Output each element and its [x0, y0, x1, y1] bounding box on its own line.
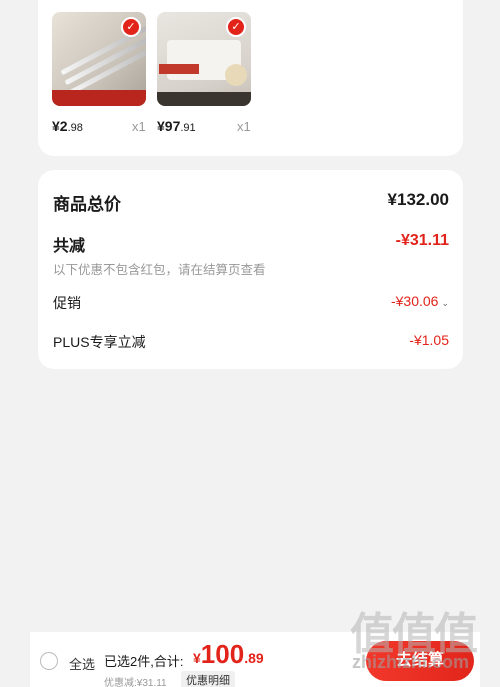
watermark-url: zhizhizhi.com	[352, 652, 469, 672]
chevron-down-icon[interactable]: ⌄	[441, 298, 449, 308]
selected-count: 已选2件,合计:	[104, 654, 184, 669]
discount-amount: 优惠减:¥31.11	[104, 678, 167, 687]
promo-banner	[52, 90, 146, 106]
select-all-label[interactable]: 全选	[69, 654, 95, 673]
product-price: ¥97.91	[157, 118, 196, 134]
total-price-label: 商品总价	[53, 195, 121, 214]
plus-discount-value: -¥1.05	[409, 332, 449, 348]
product-card: ✓ ✓ ¥2.98 x1 ¥97.91 x1	[38, 0, 463, 156]
product-price: ¥2.98	[52, 118, 83, 134]
price-summary-card: 商品总价 ¥132.00 共减 -¥31.11 以下优惠不包含红包，请在结算页查…	[38, 170, 463, 369]
reduction-note: 以下优惠不包含红包，请在结算页查看	[53, 263, 266, 277]
select-all-radio[interactable]	[40, 652, 58, 670]
total-amount: ¥100.89	[193, 639, 264, 669]
chopstick-graphic	[68, 45, 146, 96]
plus-discount-label: PLUS专享立减	[53, 334, 146, 350]
selected-check-icon[interactable]: ✓	[121, 17, 141, 37]
rating-badge	[225, 64, 247, 86]
product-thumbnail[interactable]: ✓	[157, 12, 251, 106]
reduction-label: 共减	[53, 238, 86, 255]
reduction-value: -¥31.11	[395, 232, 449, 249]
product-quantity: x1	[237, 119, 251, 134]
product-thumbnail[interactable]: ✓	[52, 12, 146, 106]
total-price-value: ¥132.00	[387, 190, 449, 209]
product-quantity: x1	[132, 119, 146, 134]
promo-banner	[159, 64, 199, 74]
discount-detail-button[interactable]: 优惠明细	[181, 671, 235, 687]
promotion-value[interactable]: -¥30.06 ⌄	[391, 293, 449, 309]
promotion-label: 促销	[53, 295, 81, 311]
selected-check-icon[interactable]: ✓	[226, 17, 246, 37]
promo-banner	[157, 92, 251, 106]
